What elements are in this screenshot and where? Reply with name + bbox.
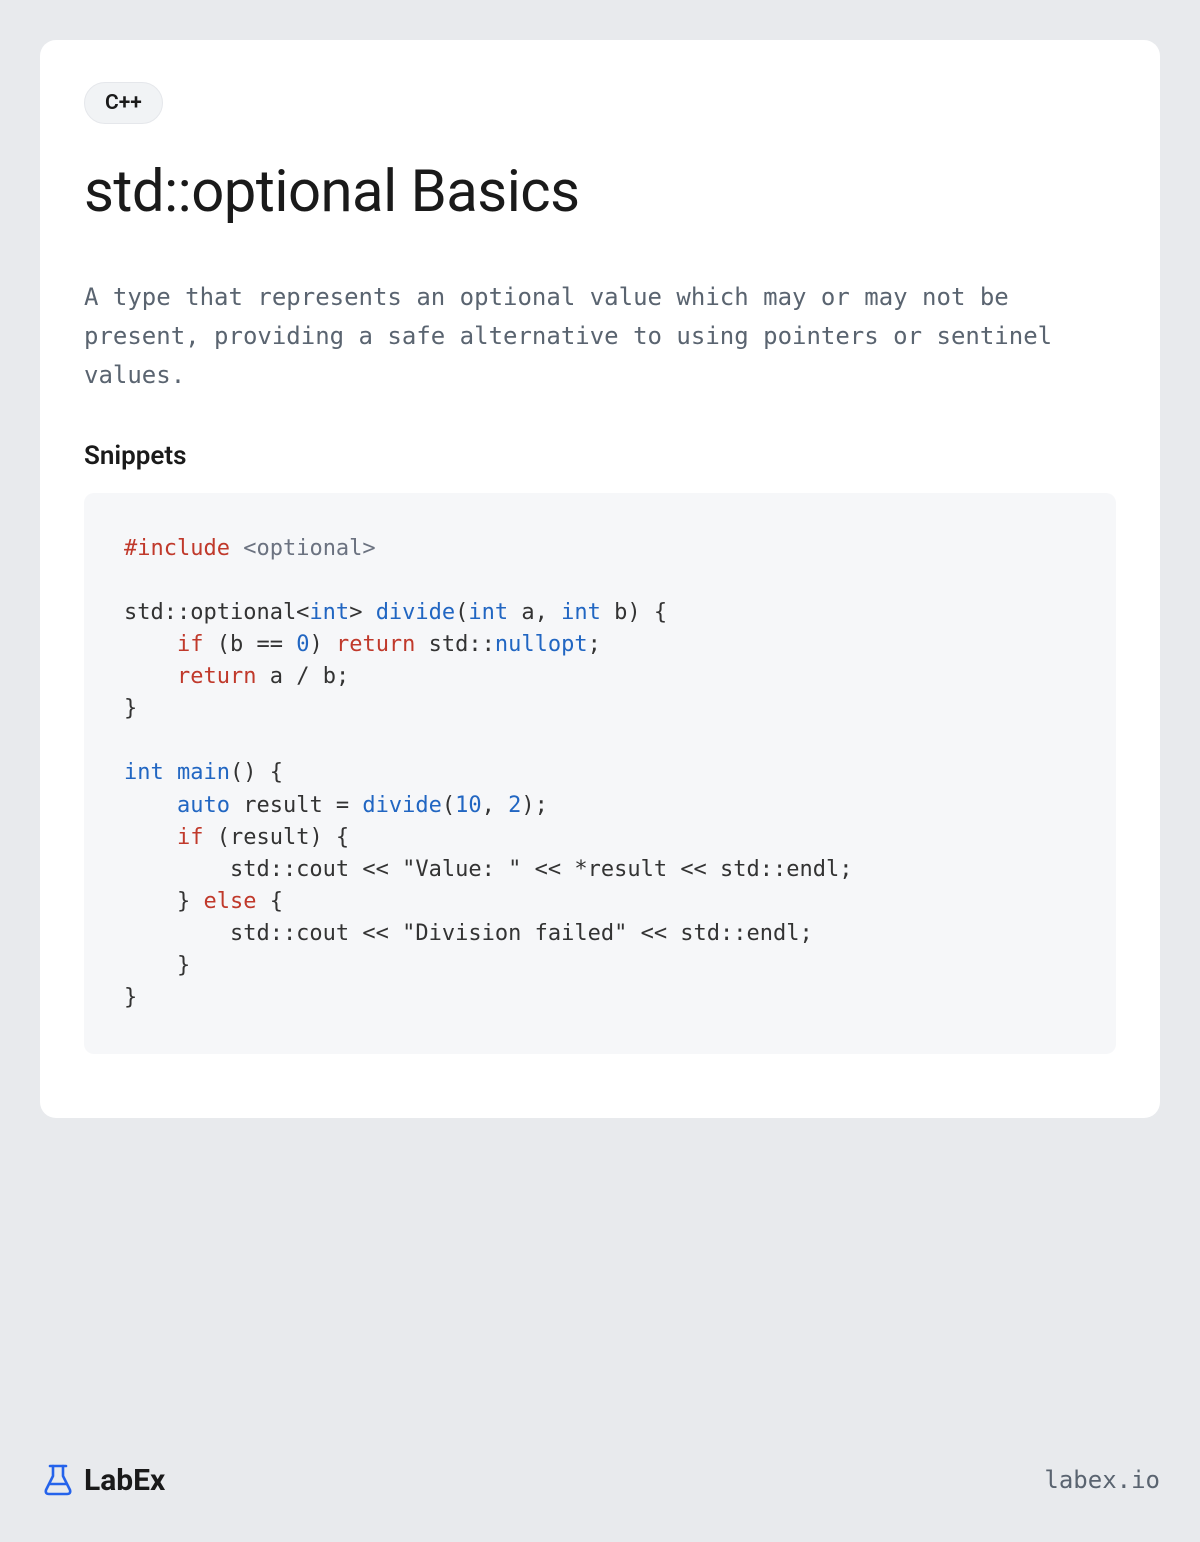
code-snippet: #include <optional> std::optional<int> d…: [84, 493, 1116, 1055]
language-tag: C++: [84, 82, 163, 124]
page-title: std::optional Basics: [84, 158, 1116, 226]
brand-name: LabEx: [84, 1463, 165, 1498]
footer: LabEx labex.io: [40, 1462, 1160, 1498]
brand-logo: LabEx: [40, 1462, 165, 1498]
snippets-heading: Snippets: [84, 441, 1116, 471]
description-text: A type that represents an optional value…: [84, 278, 1116, 395]
content-card: C++ std::optional Basics A type that rep…: [40, 40, 1160, 1118]
flask-icon: [40, 1462, 76, 1498]
brand-url: labex.io: [1044, 1466, 1160, 1494]
